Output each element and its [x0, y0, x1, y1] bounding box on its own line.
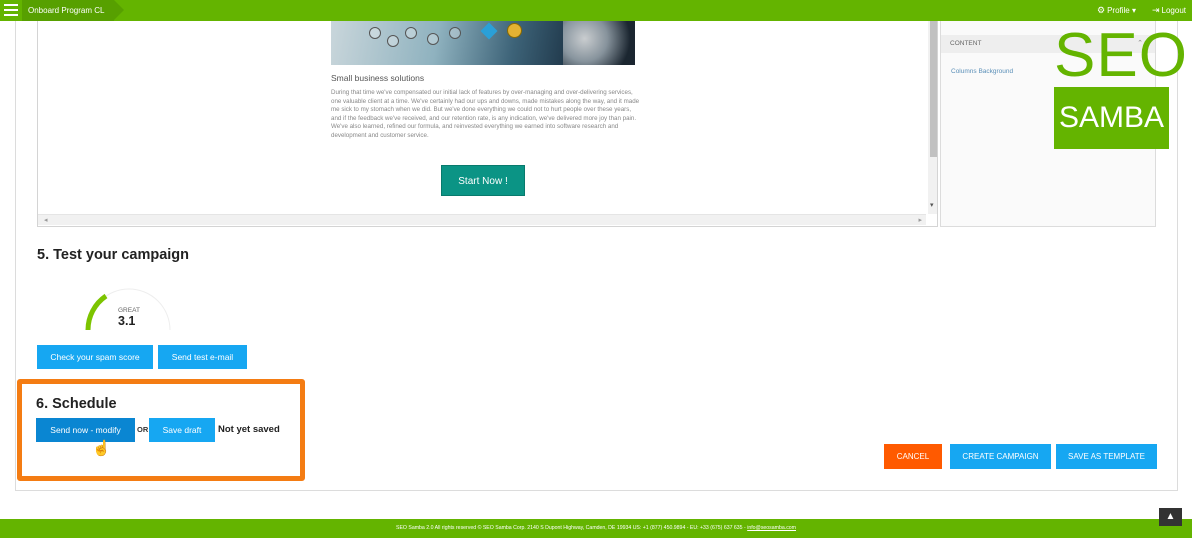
or-label: OR [137, 425, 149, 434]
chart-icon [427, 33, 439, 45]
vertical-scrollbar[interactable]: ▾ [928, 21, 937, 214]
logo-seo-text: SEO [1054, 21, 1188, 90]
search-icon [387, 35, 399, 47]
email-editor-preview[interactable]: Small business solutions During that tim… [37, 21, 938, 227]
logout-icon: ⇥ [1151, 5, 1160, 15]
diamond-icon [480, 22, 498, 40]
network-icon [405, 27, 417, 39]
cancel-button[interactable]: CANCEL [884, 444, 942, 469]
logo-samba-text: SAMBA [1054, 87, 1169, 149]
footer: SEO Samba 2.0 All rights reserved © SEO … [0, 519, 1192, 538]
breadcrumb[interactable]: Onboard Program CL [22, 0, 126, 21]
pointer-cursor-icon: ☝ [92, 440, 111, 457]
create-campaign-button[interactable]: CREATE CAMPAIGN [950, 444, 1051, 469]
gauge-score-value: 3.1 [118, 314, 136, 328]
test-campaign-heading: 5. Test your campaign [37, 247, 190, 263]
scroll-left-icon[interactable]: ◂ [44, 216, 48, 224]
footer-email-link[interactable]: info@seosamba.com [747, 525, 796, 531]
check-spam-score-button[interactable]: Check your spam score [37, 345, 153, 369]
schedule-heading: 6. Schedule [36, 396, 117, 412]
content-header-label: CONTENT [950, 40, 982, 47]
scrollbar-thumb[interactable] [930, 21, 937, 157]
seo-icon [449, 27, 461, 39]
chevron-up-icon: ▲ [1165, 511, 1176, 522]
seo-samba-logo: SEO SAMBA [1054, 21, 1188, 149]
scroll-down-icon[interactable]: ▾ [930, 201, 934, 209]
scroll-right-icon[interactable]: ▸ [918, 216, 922, 224]
chevron-down-icon: ▾ [1131, 6, 1136, 15]
columns-background-link[interactable]: Columns Background [951, 68, 1013, 75]
scroll-to-top-button[interactable]: ▲ [1159, 508, 1182, 526]
start-now-button[interactable]: Start Now ! [441, 165, 525, 196]
gauge-rating-label: GREAT [118, 307, 140, 314]
hand-image [563, 21, 635, 65]
coin-icon [507, 23, 522, 38]
profile-label: Profile [1107, 6, 1130, 15]
logout-label: Logout [1161, 6, 1186, 15]
profile-menu[interactable]: ⚙ Profile ▾ [1097, 0, 1136, 21]
article-title: Small business solutions [331, 73, 425, 83]
logout-link[interactable]: ⇥ Logout [1152, 0, 1186, 21]
gear-icon: ⚙ [1096, 5, 1106, 15]
diagram-icon [369, 27, 381, 39]
save-draft-button[interactable]: Save draft [149, 418, 215, 442]
top-bar: Onboard Program CL ⚙ Profile ▾ ⇥ Logout [0, 0, 1192, 21]
hero-image [331, 21, 635, 65]
footer-text: SEO Samba 2.0 All rights reserved © SEO … [395, 525, 748, 531]
send-test-email-button[interactable]: Send test e-mail [158, 345, 247, 369]
send-now-button[interactable]: Send now - modify [36, 418, 135, 442]
save-status-text: Not yet saved [218, 424, 280, 435]
article-body: During that time we've compensated our i… [331, 89, 640, 139]
save-as-template-button[interactable]: SAVE AS TEMPLATE [1056, 444, 1157, 469]
hamburger-menu-icon[interactable] [4, 4, 18, 16]
horizontal-scrollbar[interactable]: ◂ ▸ [38, 214, 926, 225]
